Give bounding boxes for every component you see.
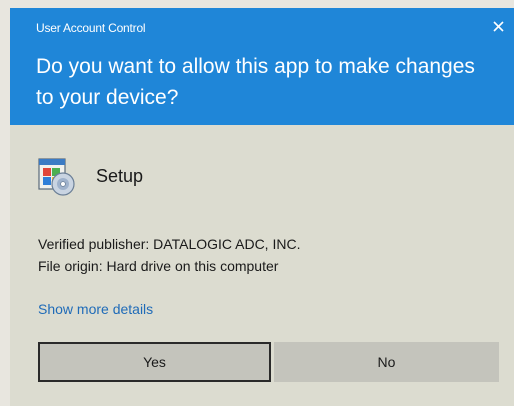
close-button[interactable] bbox=[488, 15, 510, 37]
close-icon bbox=[493, 21, 504, 32]
app-name: Setup bbox=[96, 166, 144, 186]
uac-dialog: User Account Control Do you want to allo… bbox=[10, 8, 514, 406]
publisher-info: Verified publisher: DATALOGIC ADC, INC. … bbox=[38, 233, 300, 277]
dialog-question: Do you want to allow this app to make ch… bbox=[36, 55, 475, 109]
show-more-details-link[interactable]: Show more details bbox=[38, 301, 153, 317]
verified-publisher-text: Verified publisher: DATALOGIC ADC, INC. bbox=[38, 236, 301, 252]
setup-installer-icon bbox=[36, 155, 76, 197]
file-origin-text: File origin: Hard drive on this computer bbox=[38, 258, 279, 274]
no-button[interactable]: No bbox=[274, 342, 499, 382]
yes-button[interactable]: Yes bbox=[38, 342, 271, 382]
dialog-header: User Account Control Do you want to allo… bbox=[10, 8, 514, 125]
window-title: User Account Control bbox=[36, 21, 146, 35]
